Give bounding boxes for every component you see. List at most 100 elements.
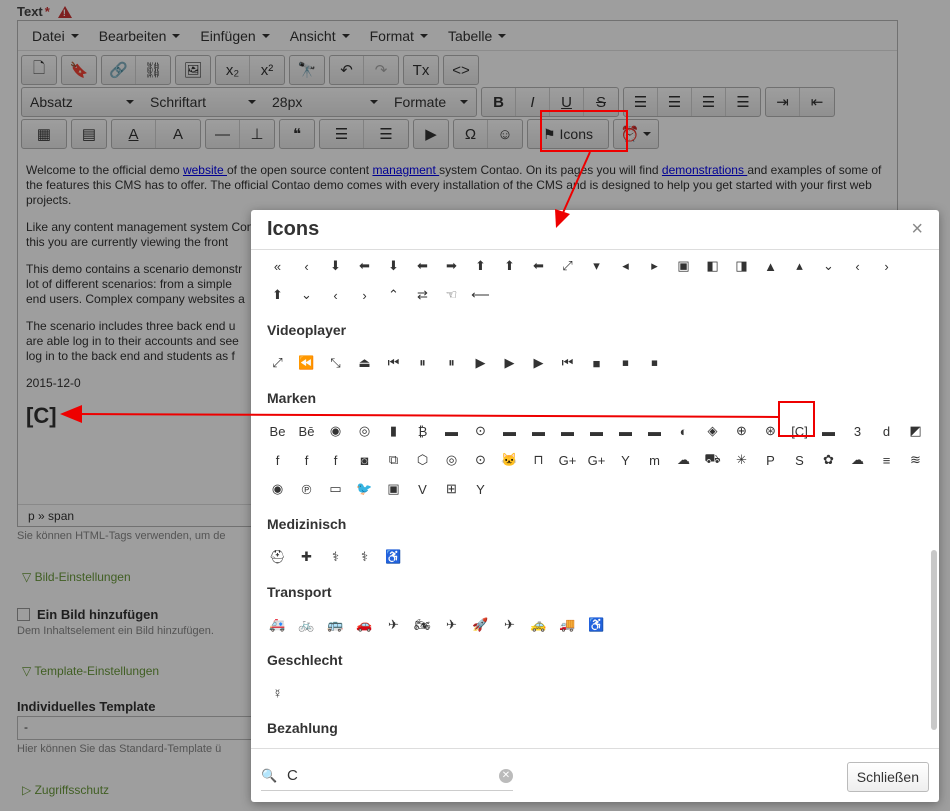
icon-option[interactable]: ⛟ [698,447,727,473]
icon-option[interactable]: Bē [292,418,321,444]
icon-option[interactable]: 🚕 [524,612,553,638]
icon-option[interactable]: Y [611,447,640,473]
icon-option[interactable]: Be [263,418,292,444]
icon-option[interactable]: ◂ [611,253,640,279]
icon-option[interactable]: ✈ [379,612,408,638]
icon-option[interactable]: ▬ [495,418,524,444]
icon-option[interactable]: ⤡ [321,350,350,376]
icon-option[interactable]: ⛑ [263,544,292,570]
icon-option[interactable]: ▬ [553,418,582,444]
icon-option[interactable]: ▶ [466,350,495,376]
icon-option[interactable]: f [263,447,292,473]
icon-option[interactable]: ⊙ [466,447,495,473]
icon-option[interactable]: ▬ [640,418,669,444]
icon-option[interactable]: ⚕ [350,544,379,570]
icon-option[interactable]: ▬ [814,418,843,444]
icon-option[interactable]: ⚕ [321,544,350,570]
icon-option[interactable]: ▶ [524,350,553,376]
icon-option[interactable]: f [292,447,321,473]
icon-option[interactable]: ⬆ [466,253,495,279]
icon-option[interactable]: Y [466,476,495,502]
icon-option[interactable]: ⌃ [379,282,408,308]
icon-option[interactable]: ▭ [321,476,350,502]
icon-option[interactable]: ▶ [495,350,524,376]
icon-option[interactable]: d [872,418,901,444]
icon-option[interactable]: 🚀 [466,612,495,638]
icon-option[interactable]: 🏍 [408,612,437,638]
icon-option[interactable]: ⏏ [350,350,379,376]
icon-option[interactable]: ⇄ [408,282,437,308]
icon-option[interactable]: ℗ [292,476,321,502]
icon-option[interactable]: G+ [582,447,611,473]
icon-option[interactable]: ▣ [379,476,408,502]
icon-option[interactable]: ≋ [901,447,930,473]
icon-option[interactable]: 🐱 [495,447,524,473]
icon-option[interactable]: ⊓ [524,447,553,473]
icon-option[interactable]: ⟵ [466,282,495,308]
icon-option[interactable]: ⏸ [408,350,437,376]
icon-option[interactable]: ■ [582,350,611,376]
icon-option[interactable]: V [408,476,437,502]
icon-option[interactable]: ◩ [901,418,930,444]
icon-option[interactable]: ✿ [814,447,843,473]
icon-option[interactable]: ⏹ [640,350,669,376]
icon-option[interactable]: ◧ [698,253,727,279]
icon-option[interactable]: S [785,447,814,473]
icon-option[interactable]: ▾ [582,253,611,279]
icon-option[interactable]: ⏪ [292,350,321,376]
icon-option[interactable]: ₿ [408,418,437,444]
icon-option[interactable]: ▬ [524,418,553,444]
icon-option[interactable]: ◎ [350,418,379,444]
icon-option[interactable]: ⬡ [408,447,437,473]
icon-option[interactable]: ⬅ [524,253,553,279]
icon-option[interactable]: 🚲 [292,612,321,638]
icon-option[interactable]: ✚ [292,544,321,570]
clear-search-icon[interactable]: ✕ [499,768,513,783]
icon-option[interactable]: ⊕ [727,418,756,444]
icon-option[interactable]: ⧉ [379,447,408,473]
dialog-scrollbar[interactable] [931,550,937,730]
icon-option[interactable]: 3 [843,418,872,444]
icon-option[interactable]: ◙ [350,447,379,473]
close-button[interactable]: Schließen [846,762,929,792]
icon-option[interactable]: ‹ [843,253,872,279]
icon-option[interactable]: ♿ [582,612,611,638]
icon-option[interactable]: 🚑 [263,612,292,638]
icon-option[interactable]: ≡ [872,447,901,473]
icon-option[interactable]: 🚌 [321,612,350,638]
icon-option[interactable]: ◈ [698,418,727,444]
icon-option[interactable]: ⬅ [350,253,379,279]
icon-option[interactable]: ✈ [495,612,524,638]
icon-option[interactable]: ⏮ [553,350,582,376]
icon-option[interactable]: ▬ [582,418,611,444]
icon-option[interactable]: ◉ [263,476,292,502]
icon-option[interactable]: 🚗 [350,612,379,638]
icon-option[interactable]: ⬆ [495,253,524,279]
icon-option[interactable]: ⤢ [263,350,292,376]
icon-option[interactable]: ⬅ [408,253,437,279]
icon-option[interactable]: ⬇ [321,253,350,279]
icon-option[interactable]: ⬇ [379,253,408,279]
icon-option[interactable]: ♿ [379,544,408,570]
icon-search-field[interactable]: 🔍 C ✕ [261,761,513,791]
icon-option[interactable]: ⊞ [437,476,466,502]
icon-option[interactable]: m [640,447,669,473]
icon-option[interactable]: ‹ [321,282,350,308]
icon-option[interactable]: ✳ [727,447,756,473]
icon-option[interactable]: ◐ [669,418,698,444]
icon-option[interactable]: ▮ [379,418,408,444]
icon-option[interactable]: f [321,447,350,473]
icon-option[interactable]: ✈ [437,612,466,638]
icon-option[interactable]: ☁ [669,447,698,473]
icon-option[interactable]: 🚚 [553,612,582,638]
icon-option[interactable]: ⏹ [611,350,640,376]
icon-option[interactable]: ◎ [437,447,466,473]
icon-option[interactable]: P [756,447,785,473]
icon-option[interactable]: G+ [553,447,582,473]
icon-option[interactable]: ⏮ [379,350,408,376]
icon-option[interactable]: › [350,282,379,308]
icon-option[interactable]: ☜ [437,282,466,308]
icon-option[interactable]: ➡ [437,253,466,279]
search-input[interactable]: C [283,767,499,784]
icon-option[interactable]: ◨ [727,253,756,279]
